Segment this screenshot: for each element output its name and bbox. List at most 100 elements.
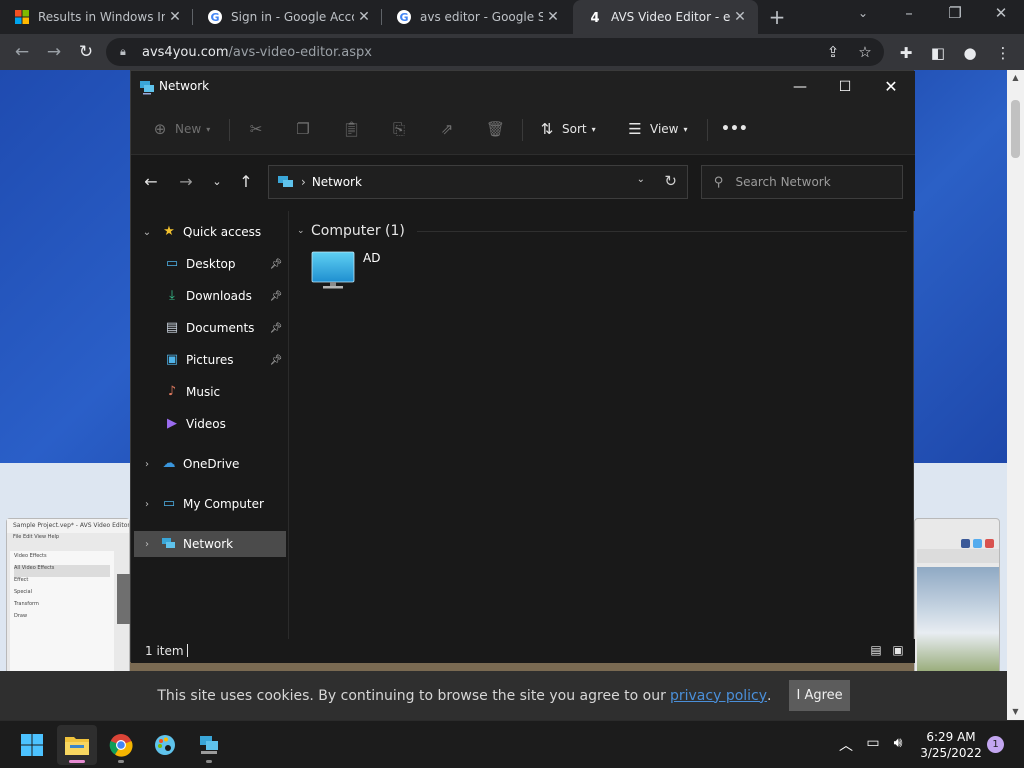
large-icons-view-icon[interactable]: ▣	[889, 642, 907, 658]
recent-locations-chevron-icon[interactable]: ⌄	[206, 171, 228, 193]
taskbar-paint[interactable]	[145, 725, 185, 765]
avs-4-icon: 4	[590, 11, 599, 25]
browser-tab[interactable]: G Sign in - Google Accou ✕	[193, 0, 382, 34]
expand-chevron-icon[interactable]: ›	[139, 459, 155, 470]
notification-badge[interactable]: 1	[987, 736, 1004, 753]
close-tab-icon[interactable]: ✕	[354, 9, 374, 25]
forward-arrow-icon[interactable]: →	[175, 171, 197, 193]
scroll-up-icon[interactable]: ▲	[1007, 70, 1024, 86]
breadcrumb-chevron-icon[interactable]: ›	[301, 175, 306, 189]
close-window-icon[interactable]: ✕	[986, 4, 1016, 22]
reload-icon[interactable]: ↻	[75, 41, 97, 63]
network-status-icon[interactable]: ▭	[863, 735, 883, 751]
scrollbar-thumb[interactable]	[1011, 100, 1020, 158]
group-header[interactable]: ⌄ Computer (1)	[297, 221, 907, 241]
nav-item-quick-access[interactable]: ⌄ ★ Quick access	[134, 219, 286, 245]
paste-button[interactable]: 📋︎	[342, 117, 366, 141]
side-panel-icon[interactable]: ◧	[928, 43, 948, 63]
chevron-down-icon: ▾	[206, 124, 211, 134]
minimize-icon[interactable]: —	[780, 75, 820, 99]
nav-item-documents[interactable]: ▤ Documents 📌︎	[134, 315, 286, 341]
show-hidden-icons-chevron-icon[interactable]: ︿	[836, 735, 856, 755]
up-arrow-icon[interactable]: ↑	[235, 171, 257, 193]
twitter-icon	[973, 539, 982, 548]
sort-button[interactable]: ⇅ Sort ▾	[538, 117, 596, 141]
pin-icon: 📌︎	[269, 322, 283, 334]
expand-chevron-icon[interactable]: ›	[139, 539, 155, 550]
forward-arrow-icon[interactable]: →	[43, 41, 65, 63]
scroll-down-icon[interactable]: ▼	[1007, 704, 1024, 720]
nav-item-desktop[interactable]: ▭ Desktop 📌︎	[134, 251, 286, 277]
minimize-icon[interactable]: –	[894, 4, 924, 22]
address-bar[interactable]: 🔒︎ avs4you.com/avs-video-editor.aspx ⇪ ☆	[106, 38, 884, 66]
copy-button[interactable]: ❐	[294, 117, 318, 141]
close-tab-icon[interactable]: ✕	[165, 9, 185, 25]
paint-palette-icon	[155, 735, 175, 755]
tab-search-chevron-icon[interactable]: ⌄	[848, 6, 878, 20]
nav-item-pictures[interactable]: ▣ Pictures 📌︎	[134, 347, 286, 373]
close-tab-icon[interactable]: ✕	[543, 9, 563, 25]
taskbar-network-app[interactable]	[189, 725, 229, 765]
share-icon[interactable]: ⇪	[823, 42, 843, 62]
screenshot-effect-item: Video Effects	[14, 553, 47, 559]
nav-item-onedrive[interactable]: › ☁ OneDrive	[134, 451, 286, 477]
bookmark-star-icon[interactable]: ☆	[855, 42, 875, 62]
maximize-icon[interactable]: ☐	[825, 75, 865, 99]
nav-item-music[interactable]: ♪ Music	[134, 379, 286, 405]
windows-start-icon	[21, 734, 43, 756]
tab-title: Sign in - Google Accou	[231, 10, 354, 24]
windows-logo-icon	[15, 10, 29, 24]
explorer-address-bar[interactable]: › Network ⌄ ↻	[268, 165, 688, 199]
nav-label: Music	[186, 385, 221, 399]
view-button[interactable]: ☰ View ▾	[626, 117, 687, 141]
search-input[interactable]	[735, 175, 886, 189]
network-icon	[162, 538, 175, 548]
browser-tab[interactable]: G avs editor - Google Se ✕	[382, 0, 571, 34]
privacy-policy-link[interactable]: privacy policy	[670, 688, 767, 704]
more-options-button[interactable]: •••	[721, 117, 748, 141]
details-view-icon[interactable]: ▤	[867, 642, 885, 658]
share-button[interactable]: ⇗	[438, 117, 462, 141]
share-icon: ⇗	[440, 120, 454, 138]
taskbar-file-explorer[interactable]	[57, 725, 97, 765]
collapse-chevron-icon[interactable]: ⌄	[297, 226, 311, 236]
agree-button[interactable]: I Agree	[789, 680, 850, 711]
restore-icon[interactable]: ❐	[940, 4, 970, 22]
page-scrollbar[interactable]: ▲ ▼	[1007, 70, 1024, 720]
extensions-puzzle-icon[interactable]: ✚	[896, 43, 916, 63]
start-button[interactable]	[12, 725, 52, 765]
nav-item-videos[interactable]: ▶ Videos	[134, 411, 286, 437]
close-icon[interactable]: ✕	[871, 75, 911, 99]
network-computer-item[interactable]: AD	[311, 247, 431, 295]
new-button[interactable]: ⊕ New ▾	[151, 117, 211, 141]
url-host: avs4you.com	[142, 44, 229, 60]
browser-tab-active[interactable]: 4 AVS Video Editor - easy ✕	[573, 0, 758, 34]
text-cursor	[187, 644, 188, 657]
expand-chevron-icon[interactable]: ⌄	[139, 227, 155, 238]
taskbar-chrome[interactable]	[101, 725, 141, 765]
search-box[interactable]: ⚲	[701, 165, 903, 199]
nav-item-downloads[interactable]: ⤓ Downloads 📌︎	[134, 283, 286, 309]
rename-button[interactable]: ⎘	[390, 117, 414, 141]
profile-avatar-icon[interactable]: ●	[960, 43, 980, 63]
tab-title: AVS Video Editor - easy	[611, 10, 730, 24]
monitor-icon	[311, 251, 355, 289]
chrome-menu-icon[interactable]: ⋮	[993, 43, 1013, 63]
back-arrow-icon[interactable]: ←	[11, 41, 33, 63]
cut-button[interactable]: ✂	[247, 117, 271, 141]
volume-icon[interactable]: 🔊︎	[888, 735, 908, 751]
browser-tab[interactable]: Results in Windows Ins ✕	[0, 0, 193, 34]
nav-item-my-computer[interactable]: › ▭ My Computer	[134, 491, 286, 517]
refresh-icon[interactable]: ↻	[664, 172, 677, 190]
breadcrumb-location[interactable]: Network	[312, 175, 362, 189]
running-indicator	[118, 760, 124, 763]
nav-item-network[interactable]: › Network	[134, 531, 286, 557]
back-arrow-icon[interactable]: ←	[140, 171, 162, 193]
taskbar-clock[interactable]: 6:29 AM 3/25/2022	[916, 729, 986, 761]
explorer-title-bar[interactable]: Network — ☐ ✕	[131, 71, 915, 103]
new-tab-icon[interactable]: +	[766, 5, 788, 29]
delete-button[interactable]: 🗑︎	[486, 117, 510, 141]
expand-chevron-icon[interactable]: ›	[139, 499, 155, 510]
close-tab-icon[interactable]: ✕	[730, 9, 750, 25]
address-dropdown-icon[interactable]: ⌄	[637, 174, 645, 185]
